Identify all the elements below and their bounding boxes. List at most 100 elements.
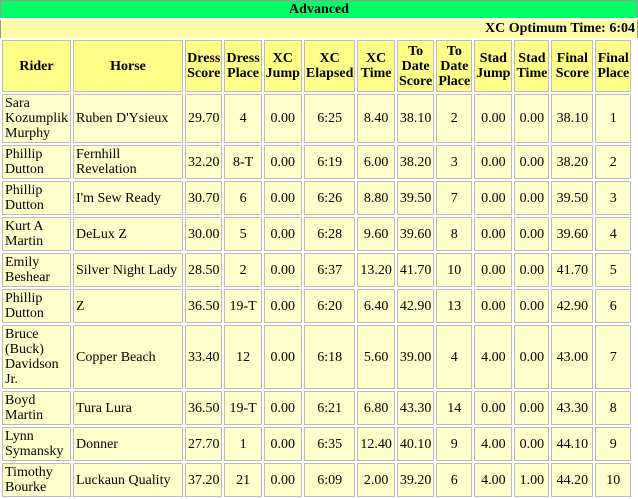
column-header: XC Time <box>357 40 395 92</box>
rider-cell: Emily Beshear <box>2 253 71 287</box>
column-header: Final Place <box>595 40 632 92</box>
horse-cell: Donner <box>72 427 183 461</box>
score-cell: 9 <box>595 427 632 461</box>
score-cell: 0.00 <box>514 391 550 425</box>
column-header: Stad Jump <box>474 40 513 92</box>
score-cell: 30.00 <box>184 217 223 251</box>
score-cell: 14 <box>436 391 473 425</box>
score-cell: 10 <box>595 463 632 497</box>
score-cell: 1.00 <box>514 463 550 497</box>
horse-cell: Luckaun Quality <box>72 463 183 497</box>
score-cell: 5.60 <box>357 325 395 389</box>
score-cell: 0.00 <box>263 463 302 497</box>
rider-cell: Kurt A Martin <box>2 217 71 251</box>
score-cell: 19-T <box>224 289 262 323</box>
score-cell: 6:09 <box>303 463 356 497</box>
rider-cell: Phillip Dutton <box>2 181 71 215</box>
column-header: Rider <box>2 40 71 92</box>
score-cell: 0.00 <box>263 427 302 461</box>
score-cell: 4 <box>436 325 473 389</box>
score-cell: 8.80 <box>357 181 395 215</box>
horse-cell: DeLux Z <box>72 217 183 251</box>
score-cell: 0.00 <box>474 94 513 143</box>
score-cell: 43.30 <box>396 391 435 425</box>
score-cell: 0.00 <box>474 145 513 179</box>
score-cell: 41.70 <box>396 253 435 287</box>
score-cell: 4.00 <box>474 427 513 461</box>
score-cell: 3 <box>436 145 473 179</box>
results-table: Rider Horse Dress Score Dress Place XC Jump X… <box>0 38 634 499</box>
score-cell: 0.00 <box>474 289 513 323</box>
score-cell: 12.40 <box>357 427 395 461</box>
rider-cell: Sara Kozumplik Murphy <box>2 94 71 143</box>
score-cell: 42.90 <box>396 289 435 323</box>
score-cell: 8 <box>595 391 632 425</box>
score-cell: 44.20 <box>551 463 594 497</box>
score-cell: 0.00 <box>263 253 302 287</box>
score-cell: 2 <box>595 145 632 179</box>
score-cell: 38.20 <box>396 145 435 179</box>
table-row: Phillip Dutton Fernhill Revelation 32.20 8-… <box>2 145 632 179</box>
score-cell: 8-T <box>224 145 262 179</box>
score-cell: 0.00 <box>263 391 302 425</box>
score-cell: 0.00 <box>474 391 513 425</box>
score-cell: 8.40 <box>357 94 395 143</box>
column-header: Dress Place <box>224 40 262 92</box>
horse-cell: Z <box>72 289 183 323</box>
score-cell: 6:18 <box>303 325 356 389</box>
score-cell: 39.60 <box>551 217 594 251</box>
score-cell: 36.50 <box>184 289 223 323</box>
score-cell: 0.00 <box>514 145 550 179</box>
score-cell: 4.00 <box>474 463 513 497</box>
score-cell: 21 <box>224 463 262 497</box>
table-row: Bruce (Buck) Davidson Jr. Copper Beach 33.… <box>2 325 632 389</box>
score-cell: 36.50 <box>184 391 223 425</box>
rider-cell: Boyd Martin <box>2 391 71 425</box>
score-cell: 39.20 <box>396 463 435 497</box>
score-cell: 0.00 <box>514 325 550 389</box>
score-cell: 1 <box>595 94 632 143</box>
score-cell: 37.20 <box>184 463 223 497</box>
score-cell: 6:37 <box>303 253 356 287</box>
score-cell: 19-T <box>224 391 262 425</box>
table-row: Boyd Martin Tura Lura 36.50 19-T 0.00 6:21 6.8… <box>2 391 632 425</box>
score-cell: 6 <box>436 463 473 497</box>
score-cell: 0.00 <box>263 325 302 389</box>
table-row: Emily Beshear Silver Night Lady 28.50 2 0.00… <box>2 253 632 287</box>
table-row: Lynn Symansky Donner 27.70 1 0.00 6:35 12.40 40… <box>2 427 632 461</box>
score-cell: 2 <box>224 253 262 287</box>
score-cell: 38.10 <box>396 94 435 143</box>
score-cell: 0.00 <box>263 217 302 251</box>
score-cell: 0.00 <box>514 217 550 251</box>
score-cell: 5 <box>595 253 632 287</box>
rider-cell: Phillip Dutton <box>2 289 71 323</box>
score-cell: 5 <box>224 217 262 251</box>
horse-cell: I'm Sew Ready <box>72 181 183 215</box>
results-page: Advanced XC Optimum Time: 6:04 Rider Hors… <box>0 0 638 499</box>
score-cell: 6:20 <box>303 289 356 323</box>
score-cell: 0.00 <box>474 253 513 287</box>
score-cell: 0.00 <box>263 289 302 323</box>
score-cell: 39.50 <box>551 181 594 215</box>
horse-cell: Copper Beach <box>72 325 183 389</box>
score-cell: 6.00 <box>357 145 395 179</box>
score-cell: 0.00 <box>263 145 302 179</box>
column-header: Dress Score <box>184 40 223 92</box>
score-cell: 38.20 <box>551 145 594 179</box>
table-row: Sara Kozumplik Murphy Ruben D'Ysieux 29.70… <box>2 94 632 143</box>
score-cell: 9 <box>436 427 473 461</box>
column-header: XC Jump <box>263 40 302 92</box>
score-cell: 38.10 <box>551 94 594 143</box>
table-row: Phillip Dutton I'm Sew Ready 30.70 6 0.00 6:2… <box>2 181 632 215</box>
score-cell: 0.00 <box>514 289 550 323</box>
score-cell: 30.70 <box>184 181 223 215</box>
rider-cell: Phillip Dutton <box>2 145 71 179</box>
score-cell: 0.00 <box>514 253 550 287</box>
score-cell: 6:21 <box>303 391 356 425</box>
score-cell: 28.50 <box>184 253 223 287</box>
column-header: XC Elapsed <box>303 40 356 92</box>
score-cell: 1 <box>224 427 262 461</box>
horse-cell: Silver Night Lady <box>72 253 183 287</box>
horse-cell: Ruben D'Ysieux <box>72 94 183 143</box>
score-cell: 6:19 <box>303 145 356 179</box>
